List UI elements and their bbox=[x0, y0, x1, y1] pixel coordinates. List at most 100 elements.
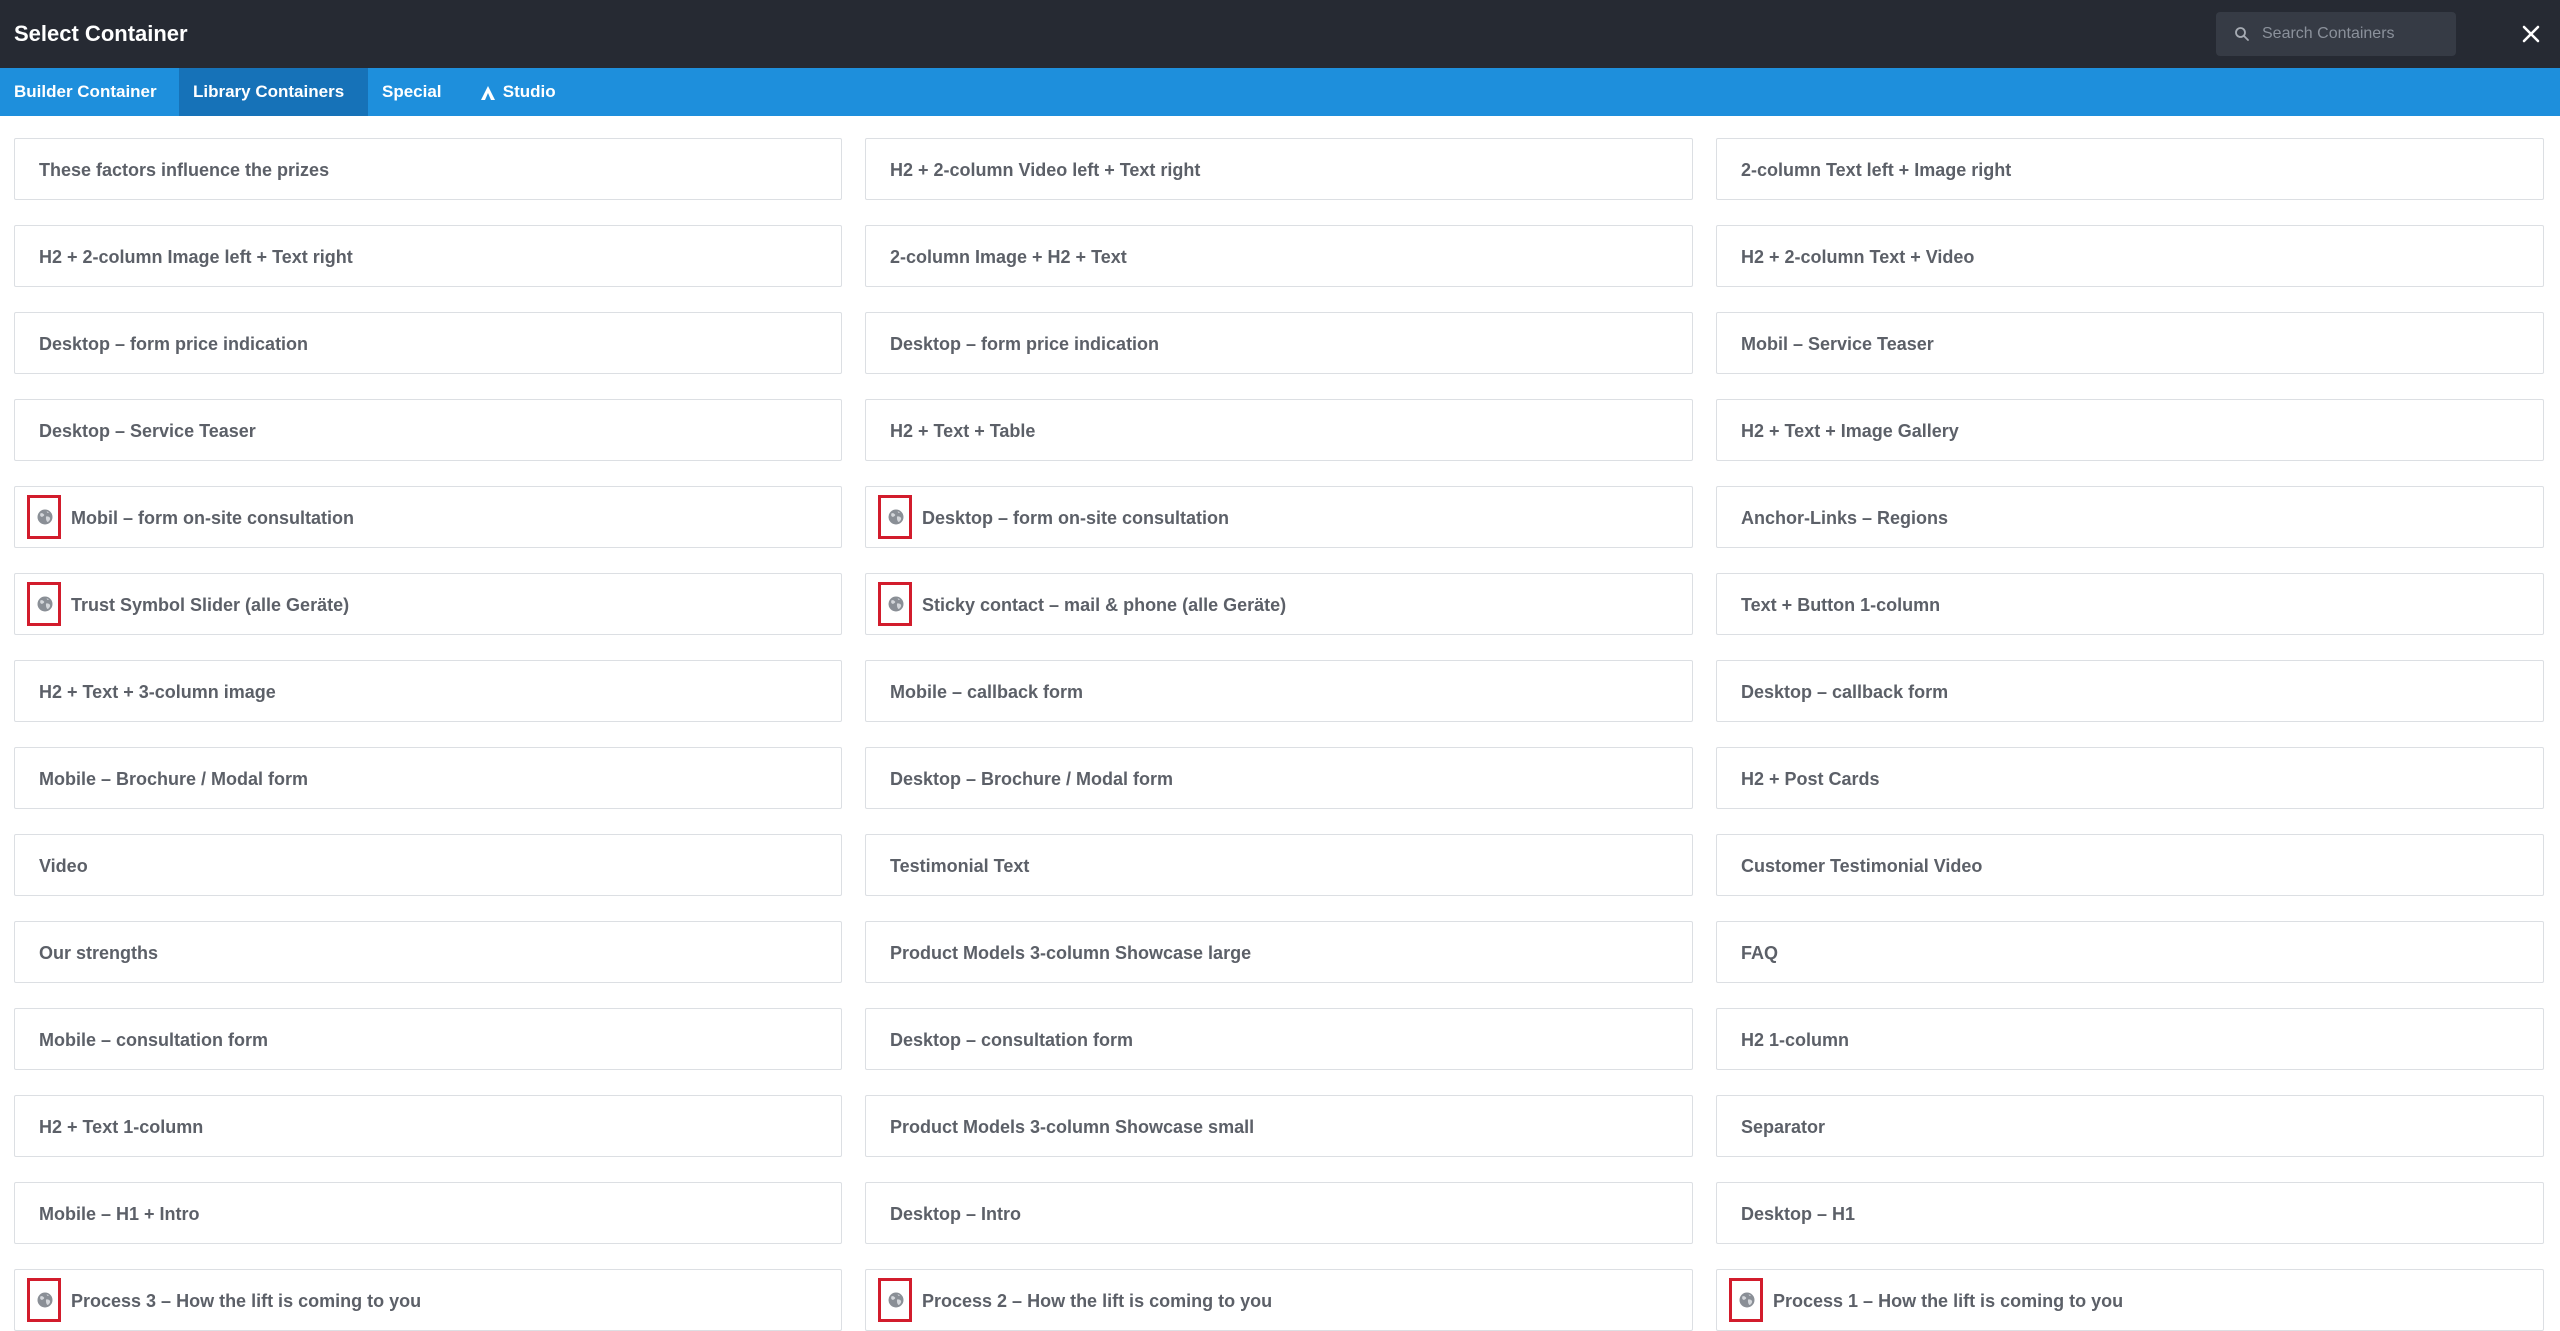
container-card-right-8[interactable]: H2 + Post Cards bbox=[1716, 747, 2544, 809]
globe-icon bbox=[888, 509, 904, 525]
global-container-highlight bbox=[1729, 1278, 1763, 1322]
search-input[interactable] bbox=[2262, 12, 2448, 56]
container-card-middle-10[interactable]: Product Models 3-column Showcase large bbox=[865, 921, 1693, 983]
container-card-label: Desktop – Service Teaser bbox=[39, 421, 256, 441]
container-card-label: Mobile – consultation form bbox=[39, 1030, 269, 1050]
globe-icon bbox=[37, 509, 53, 525]
container-card-right-10[interactable]: FAQ bbox=[1716, 921, 2544, 983]
container-card-middle-12[interactable]: Product Models 3-column Showcase small bbox=[865, 1095, 1693, 1157]
container-card-label: Mobil – Service Teaser bbox=[1741, 334, 1934, 354]
container-card-label: FAQ bbox=[1741, 943, 1779, 963]
container-card-left-12[interactable]: H2 + Text 1-column bbox=[14, 1095, 842, 1157]
container-card-label: Desktop – form on-site consultation bbox=[922, 508, 1230, 528]
container-card-label: Process 1 – How the lift is coming to yo… bbox=[1773, 1291, 2124, 1311]
tab-label: Library Containers bbox=[193, 82, 345, 101]
container-card-right-7[interactable]: Desktop – callback form bbox=[1716, 660, 2544, 722]
container-card-left-8[interactable]: Mobile – Brochure / Modal form bbox=[14, 747, 842, 809]
container-grid: These factors influence the prizes H2 + 2… bbox=[0, 116, 2560, 1331]
search-box[interactable] bbox=[2216, 12, 2456, 56]
container-card-left-2[interactable]: H2 + 2-column Image left + Text right bbox=[14, 225, 842, 287]
container-card-middle-8[interactable]: Desktop – Brochure / Modal form bbox=[865, 747, 1693, 809]
container-card-label: Mobile – H1 + Intro bbox=[39, 1204, 200, 1224]
container-card-left-9[interactable]: Video bbox=[14, 834, 842, 896]
container-card-right-3[interactable]: Mobil – Service Teaser bbox=[1716, 312, 2544, 374]
close-button[interactable] bbox=[2516, 14, 2546, 54]
container-card-left-5[interactable]: Mobil – form on-site consultation bbox=[14, 486, 842, 548]
container-card-right-6[interactable]: Text + Button 1-column bbox=[1716, 573, 2544, 635]
global-container-highlight bbox=[27, 582, 61, 626]
container-card-label: These factors influence the prizes bbox=[39, 160, 330, 180]
container-card-left-7[interactable]: H2 + Text + 3-column image bbox=[14, 660, 842, 722]
container-card-right-2[interactable]: H2 + 2-column Text + Video bbox=[1716, 225, 2544, 287]
tab-studio[interactable]: Studio bbox=[466, 68, 576, 116]
container-card-label: H2 + 2-column Video left + Text right bbox=[890, 160, 1201, 180]
container-card-label: Text + Button 1-column bbox=[1741, 595, 1941, 615]
container-card-middle-9[interactable]: Testimonial Text bbox=[865, 834, 1693, 896]
modal-header: Select Container bbox=[0, 0, 2560, 68]
tab-library-containers[interactable]: Library Containers bbox=[179, 68, 368, 116]
tab-label: Builder Container bbox=[14, 82, 157, 101]
container-card-right-5[interactable]: Anchor-Links – Regions bbox=[1716, 486, 2544, 548]
globe-icon bbox=[1739, 1292, 1755, 1308]
tab-builder-container[interactable]: Builder Container bbox=[0, 68, 179, 116]
container-card-label: H2 + Post Cards bbox=[1741, 769, 1880, 789]
container-card-middle-5[interactable]: Desktop – form on-site consultation bbox=[865, 486, 1693, 548]
container-card-middle-11[interactable]: Desktop – consultation form bbox=[865, 1008, 1693, 1070]
container-card-label: Desktop – Brochure / Modal form bbox=[890, 769, 1174, 789]
container-card-label: Process 3 – How the lift is coming to yo… bbox=[71, 1291, 422, 1311]
container-card-middle-4[interactable]: H2 + Text + Table bbox=[865, 399, 1693, 461]
container-card-label: Process 2 – How the lift is coming to yo… bbox=[922, 1291, 1273, 1311]
container-card-middle-2[interactable]: 2-column Image + H2 + Text bbox=[865, 225, 1693, 287]
container-card-right-1[interactable]: 2-column Text left + Image right bbox=[1716, 138, 2544, 200]
tab-label: Special bbox=[382, 82, 442, 101]
container-card-label: Desktop – Intro bbox=[890, 1204, 1022, 1224]
container-card-label: Sticky contact – mail & phone (alle Gerä… bbox=[922, 595, 1287, 615]
container-card-label: Testimonial Text bbox=[890, 856, 1030, 876]
container-card-middle-3[interactable]: Desktop – form price indication bbox=[865, 312, 1693, 374]
container-card-label: 2-column Text left + Image right bbox=[1741, 160, 2012, 180]
container-card-middle-14[interactable]: Process 2 – How the lift is coming to yo… bbox=[865, 1269, 1693, 1331]
container-card-right-13[interactable]: Desktop – H1 bbox=[1716, 1182, 2544, 1244]
container-card-left-1[interactable]: These factors influence the prizes bbox=[14, 138, 842, 200]
container-card-left-3[interactable]: Desktop – form price indication bbox=[14, 312, 842, 374]
studio-logo-icon bbox=[481, 85, 495, 100]
container-card-left-14[interactable]: Process 3 – How the lift is coming to yo… bbox=[14, 1269, 842, 1331]
container-card-left-10[interactable]: Our strengths bbox=[14, 921, 842, 983]
container-card-label: Customer Testimonial Video bbox=[1741, 856, 1983, 876]
container-card-middle-1[interactable]: H2 + 2-column Video left + Text right bbox=[865, 138, 1693, 200]
container-card-label: H2 + Text + Table bbox=[890, 421, 1036, 441]
container-card-left-4[interactable]: Desktop – Service Teaser bbox=[14, 399, 842, 461]
globe-icon bbox=[888, 596, 904, 612]
container-card-right-14[interactable]: Process 1 – How the lift is coming to yo… bbox=[1716, 1269, 2544, 1331]
container-card-middle-6[interactable]: Sticky contact – mail & phone (alle Gerä… bbox=[865, 573, 1693, 635]
container-card-right-4[interactable]: H2 + Text + Image Gallery bbox=[1716, 399, 2544, 461]
container-card-label: H2 + Text + 3-column image bbox=[39, 682, 276, 702]
container-card-left-11[interactable]: Mobile – consultation form bbox=[14, 1008, 842, 1070]
container-card-label: Video bbox=[39, 856, 88, 876]
container-card-label: Desktop – form price indication bbox=[39, 334, 309, 354]
container-card-label: Our strengths bbox=[39, 943, 159, 963]
global-container-highlight bbox=[878, 1278, 912, 1322]
container-card-right-12[interactable]: Separator bbox=[1716, 1095, 2544, 1157]
container-card-label: H2 + 2-column Text + Video bbox=[1741, 247, 1975, 267]
container-card-label: Anchor-Links – Regions bbox=[1741, 508, 1949, 528]
container-card-label: 2-column Image + H2 + Text bbox=[890, 247, 1127, 267]
container-card-label: H2 + Text + Image Gallery bbox=[1741, 421, 1959, 441]
container-card-label: Desktop – form price indication bbox=[890, 334, 1160, 354]
container-card-label: Desktop – H1 bbox=[1741, 1204, 1856, 1224]
container-card-left-13[interactable]: Mobile – H1 + Intro bbox=[14, 1182, 842, 1244]
container-card-middle-7[interactable]: Mobile – callback form bbox=[865, 660, 1693, 722]
container-card-label: Desktop – callback form bbox=[1741, 682, 1949, 702]
container-card-label: H2 + Text 1-column bbox=[39, 1117, 204, 1137]
globe-icon bbox=[37, 1292, 53, 1308]
container-card-label: H2 + 2-column Image left + Text right bbox=[39, 247, 353, 267]
container-card-right-9[interactable]: Customer Testimonial Video bbox=[1716, 834, 2544, 896]
tab-special[interactable]: Special bbox=[368, 68, 456, 116]
container-card-middle-13[interactable]: Desktop – Intro bbox=[865, 1182, 1693, 1244]
container-card-left-6[interactable]: Trust Symbol Slider (alle Geräte) bbox=[14, 573, 842, 635]
container-card-right-11[interactable]: H2 1-column bbox=[1716, 1008, 2544, 1070]
container-card-label: Mobile – Brochure / Modal form bbox=[39, 769, 309, 789]
globe-icon bbox=[37, 596, 53, 612]
modal-title: Select Container bbox=[14, 21, 188, 46]
container-card-label: H2 1-column bbox=[1741, 1030, 1850, 1050]
